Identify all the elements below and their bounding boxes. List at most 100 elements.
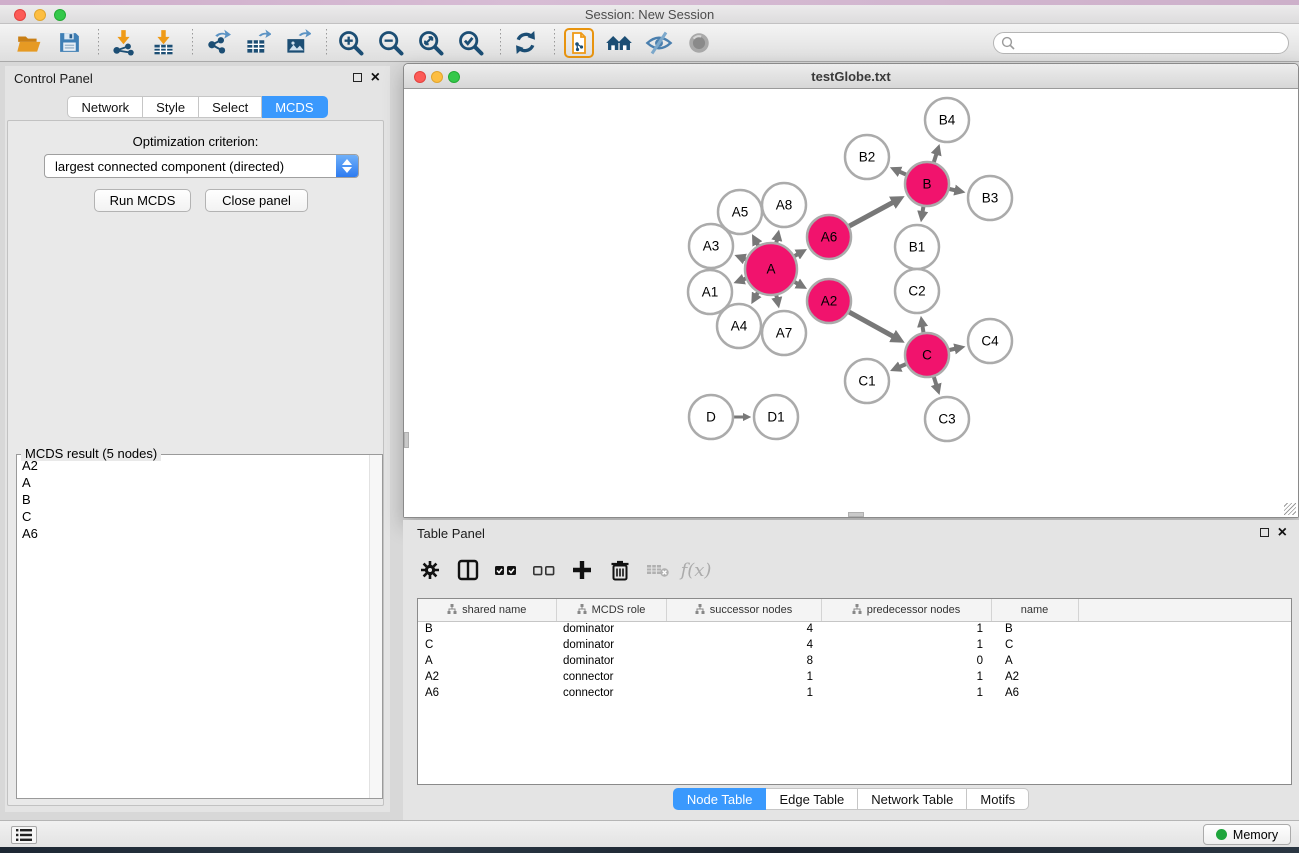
cell: B — [991, 621, 1078, 637]
hide-graphics-details-icon[interactable] — [644, 28, 674, 58]
table-row-a6[interactable]: A6connector11A6 — [418, 685, 1291, 701]
graph-edge-A-A3[interactable] — [744, 259, 746, 260]
show-network-file-icon[interactable] — [564, 28, 594, 58]
float-panel-icon[interactable] — [353, 73, 362, 82]
home-icon[interactable] — [604, 28, 634, 58]
graph-edge-A-A5[interactable] — [757, 243, 758, 245]
refresh-icon[interactable] — [510, 28, 540, 58]
graph-node-label-C2: C2 — [908, 284, 925, 299]
float-table-panel-icon[interactable] — [1260, 528, 1269, 537]
column-header-name[interactable]: name — [991, 599, 1078, 621]
result-item-a[interactable]: A — [18, 475, 368, 492]
deselect-all-icon[interactable] — [531, 557, 557, 583]
delete-column-trash-icon[interactable] — [607, 557, 633, 583]
export-table-icon[interactable] — [242, 28, 272, 58]
show-columns-icon[interactable] — [455, 557, 481, 583]
network-window-title: testGlobe.txt — [404, 69, 1298, 84]
result-scrollbar[interactable] — [369, 455, 382, 798]
vertical-scroll-stub[interactable] — [404, 432, 409, 448]
cell: 1 — [666, 669, 821, 685]
control-panel-tabs: NetworkStyleSelectMCDS — [5, 96, 390, 118]
zoom-out-icon[interactable] — [376, 28, 406, 58]
table-tab-node-table[interactable]: Node Table — [673, 788, 767, 810]
result-item-c[interactable]: C — [18, 509, 368, 526]
graph-edge-A6-B[interactable] — [849, 202, 893, 226]
graph-node-label-A4: A4 — [731, 319, 748, 334]
function-builder-icon[interactable]: f(x) — [683, 557, 709, 583]
save-session-icon[interactable] — [54, 28, 84, 58]
close-panel-icon[interactable]: × — [371, 73, 380, 83]
tab-network[interactable]: Network — [67, 96, 143, 118]
open-session-icon[interactable] — [14, 28, 44, 58]
graph-node-label-A1: A1 — [702, 285, 719, 300]
graph-edge-B-B1[interactable] — [923, 207, 924, 213]
network-canvas[interactable]: B4B2BB3A8A5A6A3B1AA1C2A2A4A7C4CC1DC3D1 — [404, 89, 1298, 517]
destroy-table-icon[interactable] — [645, 557, 671, 583]
mcds-tab-content: Optimization criterion: largest connecte… — [7, 120, 384, 806]
graph-node-label-D: D — [706, 410, 716, 425]
zoom-in-icon[interactable] — [336, 28, 366, 58]
resize-grip[interactable] — [1284, 503, 1296, 515]
import-network-icon[interactable] — [108, 28, 138, 58]
graph-edge-C-C4[interactable] — [949, 349, 955, 350]
graph-edge-B-B2[interactable] — [899, 171, 906, 174]
cell: A6 — [418, 685, 556, 701]
close-panel-button[interactable]: Close panel — [205, 189, 308, 212]
run-mcds-button[interactable]: Run MCDS — [94, 189, 191, 212]
add-column-icon[interactable] — [569, 557, 595, 583]
table-tab-motifs[interactable]: Motifs — [967, 788, 1029, 810]
cell-filler — [1078, 653, 1291, 669]
result-item-b[interactable]: B — [18, 492, 368, 509]
tab-style[interactable]: Style — [143, 96, 199, 118]
memory-button[interactable]: Memory — [1203, 824, 1291, 845]
export-network-icon[interactable] — [202, 28, 232, 58]
graph-node-label-B3: B3 — [982, 191, 999, 206]
graph-edge-B-B4[interactable] — [934, 154, 937, 162]
graph-edge-A-A8[interactable] — [776, 239, 777, 242]
column-header-successor-nodes[interactable]: successor nodes — [666, 599, 821, 621]
cell: 1 — [666, 685, 821, 701]
graph-edge-A-A6[interactable] — [795, 254, 799, 256]
table-tab-edge-table[interactable]: Edge Table — [766, 788, 858, 810]
graph-edge-A2-C[interactable] — [849, 312, 894, 337]
table-panel-title: Table Panel — [417, 526, 485, 541]
import-table-icon[interactable] — [148, 28, 178, 58]
app-titlebar: Session: New Session — [0, 5, 1299, 24]
toolbar-separator — [500, 29, 501, 57]
column-header-predecessor-nodes[interactable]: predecessor nodes — [821, 599, 991, 621]
close-table-panel-icon[interactable]: × — [1278, 528, 1287, 538]
cell: 8 — [666, 653, 821, 669]
graph-edge-A-A4[interactable] — [756, 293, 758, 296]
search-icon — [1001, 36, 1015, 50]
cell: connector — [556, 669, 666, 685]
control-panel-title: Control Panel — [14, 71, 93, 86]
search-input[interactable] — [993, 32, 1289, 54]
result-item-a2[interactable]: A2 — [18, 458, 368, 475]
table-row-a[interactable]: Adominator80A — [418, 653, 1291, 669]
horizontal-scroll-stub[interactable] — [848, 512, 864, 517]
tab-select[interactable]: Select — [199, 96, 262, 118]
task-history-button[interactable] — [11, 826, 37, 844]
column-header-mcds-role[interactable]: MCDS role — [556, 599, 666, 621]
table-row-a2[interactable]: A2connector11A2 — [418, 669, 1291, 685]
graph-edge-A-A1[interactable] — [743, 279, 746, 280]
zoom-selected-icon[interactable] — [456, 28, 486, 58]
result-item-a6[interactable]: A6 — [18, 526, 368, 543]
criterion-select[interactable]: largest connected component (directed) — [44, 154, 359, 178]
zoom-fit-icon[interactable] — [416, 28, 446, 58]
graph-edge-C-C3[interactable] — [934, 377, 937, 385]
export-image-icon[interactable] — [282, 28, 312, 58]
graph-edge-B-B3[interactable] — [949, 189, 955, 190]
select-all-icon[interactable] — [493, 557, 519, 583]
graph-edge-C-C2[interactable] — [922, 326, 923, 332]
graph-edge-A-A2[interactable] — [795, 282, 799, 284]
table-tab-network-table[interactable]: Network Table — [858, 788, 967, 810]
table-settings-gear-icon[interactable] — [417, 557, 443, 583]
table-row-c[interactable]: Cdominator41C — [418, 637, 1291, 653]
table-row-b[interactable]: Bdominator41B — [418, 621, 1291, 637]
tab-mcds[interactable]: MCDS — [262, 96, 327, 118]
graph-edge-A-A7[interactable] — [776, 295, 777, 298]
column-header-shared-name[interactable]: shared name — [418, 599, 556, 621]
show-graphics-details-icon[interactable] — [684, 28, 714, 58]
graph-edge-C-C1[interactable] — [899, 364, 906, 367]
